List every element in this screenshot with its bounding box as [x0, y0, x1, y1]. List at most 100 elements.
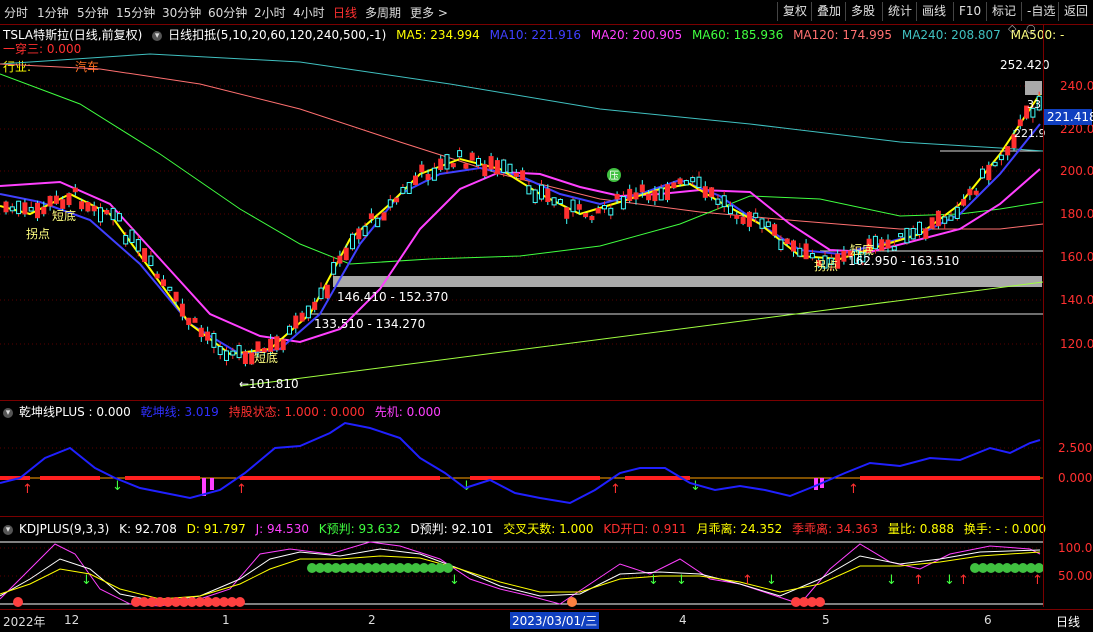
candle-body	[690, 177, 696, 183]
current-price-text: 221.418	[1047, 110, 1093, 124]
period-tab-more[interactable]: 更多 >	[410, 4, 448, 21]
kdj-sell-arrow-icon: ↓	[81, 573, 92, 588]
candle-body	[148, 255, 154, 267]
candle-body	[293, 315, 299, 329]
collapse-icon[interactable]: ▾	[3, 524, 13, 535]
period-tab-15min[interactable]: 15分钟	[116, 4, 155, 21]
candle-body	[16, 200, 22, 215]
candle-body	[910, 227, 916, 240]
favorite-button[interactable]: -自选	[1021, 2, 1060, 21]
candle-body	[198, 327, 204, 338]
short-bottom-label: 短底	[52, 208, 76, 223]
candle-body	[772, 224, 778, 236]
candle-body	[841, 250, 847, 262]
kdj-chart[interactable]: ↓ ↓ ↓ ↓ ↓ ↓ ↓↑ ↑ ↑ ↑ 100.0 50.00	[0, 534, 1093, 609]
candlestick-chart[interactable]: 252.420 短底 拐点 短底 ←101.810 146.410 - 152.…	[0, 24, 1093, 400]
candle-body	[1005, 146, 1011, 156]
period-tab-5min[interactable]: 5分钟	[77, 4, 109, 21]
draw-line-button[interactable]: 画线	[916, 2, 951, 21]
candle-body	[287, 325, 292, 335]
close-icon[interactable]: ○	[1026, 24, 1036, 35]
candle-body	[513, 172, 519, 177]
period-toolbar: 分时 1分钟 5分钟 15分钟 30分钟 60分钟 2小时 4小时 日线 多周期…	[0, 0, 1093, 25]
candle-body	[759, 218, 765, 229]
f10-button[interactable]: F10	[953, 2, 986, 21]
candle-body	[173, 291, 179, 302]
candle-body	[935, 210, 941, 227]
candle-body	[620, 196, 626, 210]
candle-body	[224, 350, 229, 361]
mark-button[interactable]: 标记	[986, 2, 1021, 21]
candle-body	[677, 178, 683, 185]
statistics-button[interactable]: 统计	[882, 2, 917, 21]
diamond-icon[interactable]: ◇	[1008, 24, 1017, 35]
candle-body	[91, 205, 97, 212]
candle-body	[255, 341, 261, 352]
candle-body	[809, 252, 815, 259]
buy-arrow-icon: ↑	[236, 482, 247, 497]
candle-body	[526, 185, 532, 195]
candle-body	[66, 193, 72, 206]
candle-body	[98, 207, 103, 223]
qiankun-line-label: 乾坤线: 3.019	[140, 405, 219, 419]
candle-body	[444, 154, 450, 170]
period-tab-4h[interactable]: 4小时	[293, 4, 325, 21]
candle-body	[375, 217, 381, 228]
kdj-sell-arrow-icon: ↓	[449, 573, 460, 588]
candle-body	[236, 345, 242, 359]
collapse-icon[interactable]: ▾	[3, 407, 13, 418]
candle-body	[53, 195, 59, 204]
kdj-y-tick-100: 100.0	[1058, 541, 1092, 555]
candle-body	[532, 189, 538, 204]
qiankun-chart[interactable]: ↑ ↑ ↑ ↑↓ ↓ ↓ 2.500 0.000	[0, 418, 1093, 516]
candle-body	[923, 228, 929, 239]
pressure-label: 压	[609, 170, 619, 182]
range-label-1: 146.410 - 152.370	[337, 290, 448, 304]
candle-body	[494, 160, 500, 175]
back-button[interactable]: 返回	[1058, 2, 1093, 21]
x-label-5: 5	[822, 613, 830, 627]
candle-body	[469, 152, 475, 161]
candle-body	[413, 175, 418, 186]
candle-body	[740, 216, 746, 224]
candle-body	[343, 247, 349, 261]
candle-body	[998, 154, 1004, 161]
candle-body	[242, 351, 248, 365]
candle-body	[22, 202, 28, 215]
qiankun-title[interactable]: 乾坤线PLUS : 0.000	[19, 405, 131, 419]
candle-body	[463, 163, 469, 169]
candle-body	[576, 204, 582, 210]
period-tab-60min[interactable]: 60分钟	[208, 4, 247, 21]
period-tab-30min[interactable]: 30分钟	[162, 4, 201, 21]
candle-body	[778, 239, 784, 251]
kdj-signal-dot	[815, 597, 825, 607]
restore-rights-button[interactable]: 复权	[777, 2, 812, 21]
period-indicator[interactable]: 日线	[1056, 613, 1080, 630]
candle-body	[967, 188, 973, 196]
period-tab-daily[interactable]: 日线	[333, 4, 357, 21]
buy-arrow-icon: ↑	[848, 482, 859, 497]
candle-body	[476, 158, 481, 166]
kdj-y-tick-50: 50.00	[1058, 569, 1092, 583]
kdj-sell-arrow-icon: ↓	[676, 573, 687, 588]
kdj-buy-arrow-icon: ↑	[1032, 573, 1043, 588]
candle-body	[362, 225, 368, 237]
low-price-label: ←101.810	[239, 377, 299, 391]
multi-stock-button[interactable]: 多股	[845, 2, 880, 21]
period-tab-multi[interactable]: 多周期	[365, 4, 401, 21]
candle-body	[400, 186, 406, 194]
period-tab-intraday[interactable]: 分时	[4, 4, 28, 21]
candle-body	[135, 239, 141, 252]
panel-separator-1	[0, 400, 1043, 401]
candle-body	[942, 216, 948, 224]
candle-body	[583, 213, 589, 218]
candle-body	[539, 184, 544, 200]
period-tab-2h[interactable]: 2小时	[254, 4, 286, 21]
candle-body	[482, 164, 488, 177]
overlay-button[interactable]: 叠加	[811, 2, 846, 21]
kdj-buy-arrow-icon: ↑	[958, 573, 969, 588]
candle-body	[142, 248, 148, 263]
candle-body	[305, 305, 311, 319]
buy-arrow-icon: ↑	[22, 482, 33, 497]
period-tab-1min[interactable]: 1分钟	[37, 4, 69, 21]
